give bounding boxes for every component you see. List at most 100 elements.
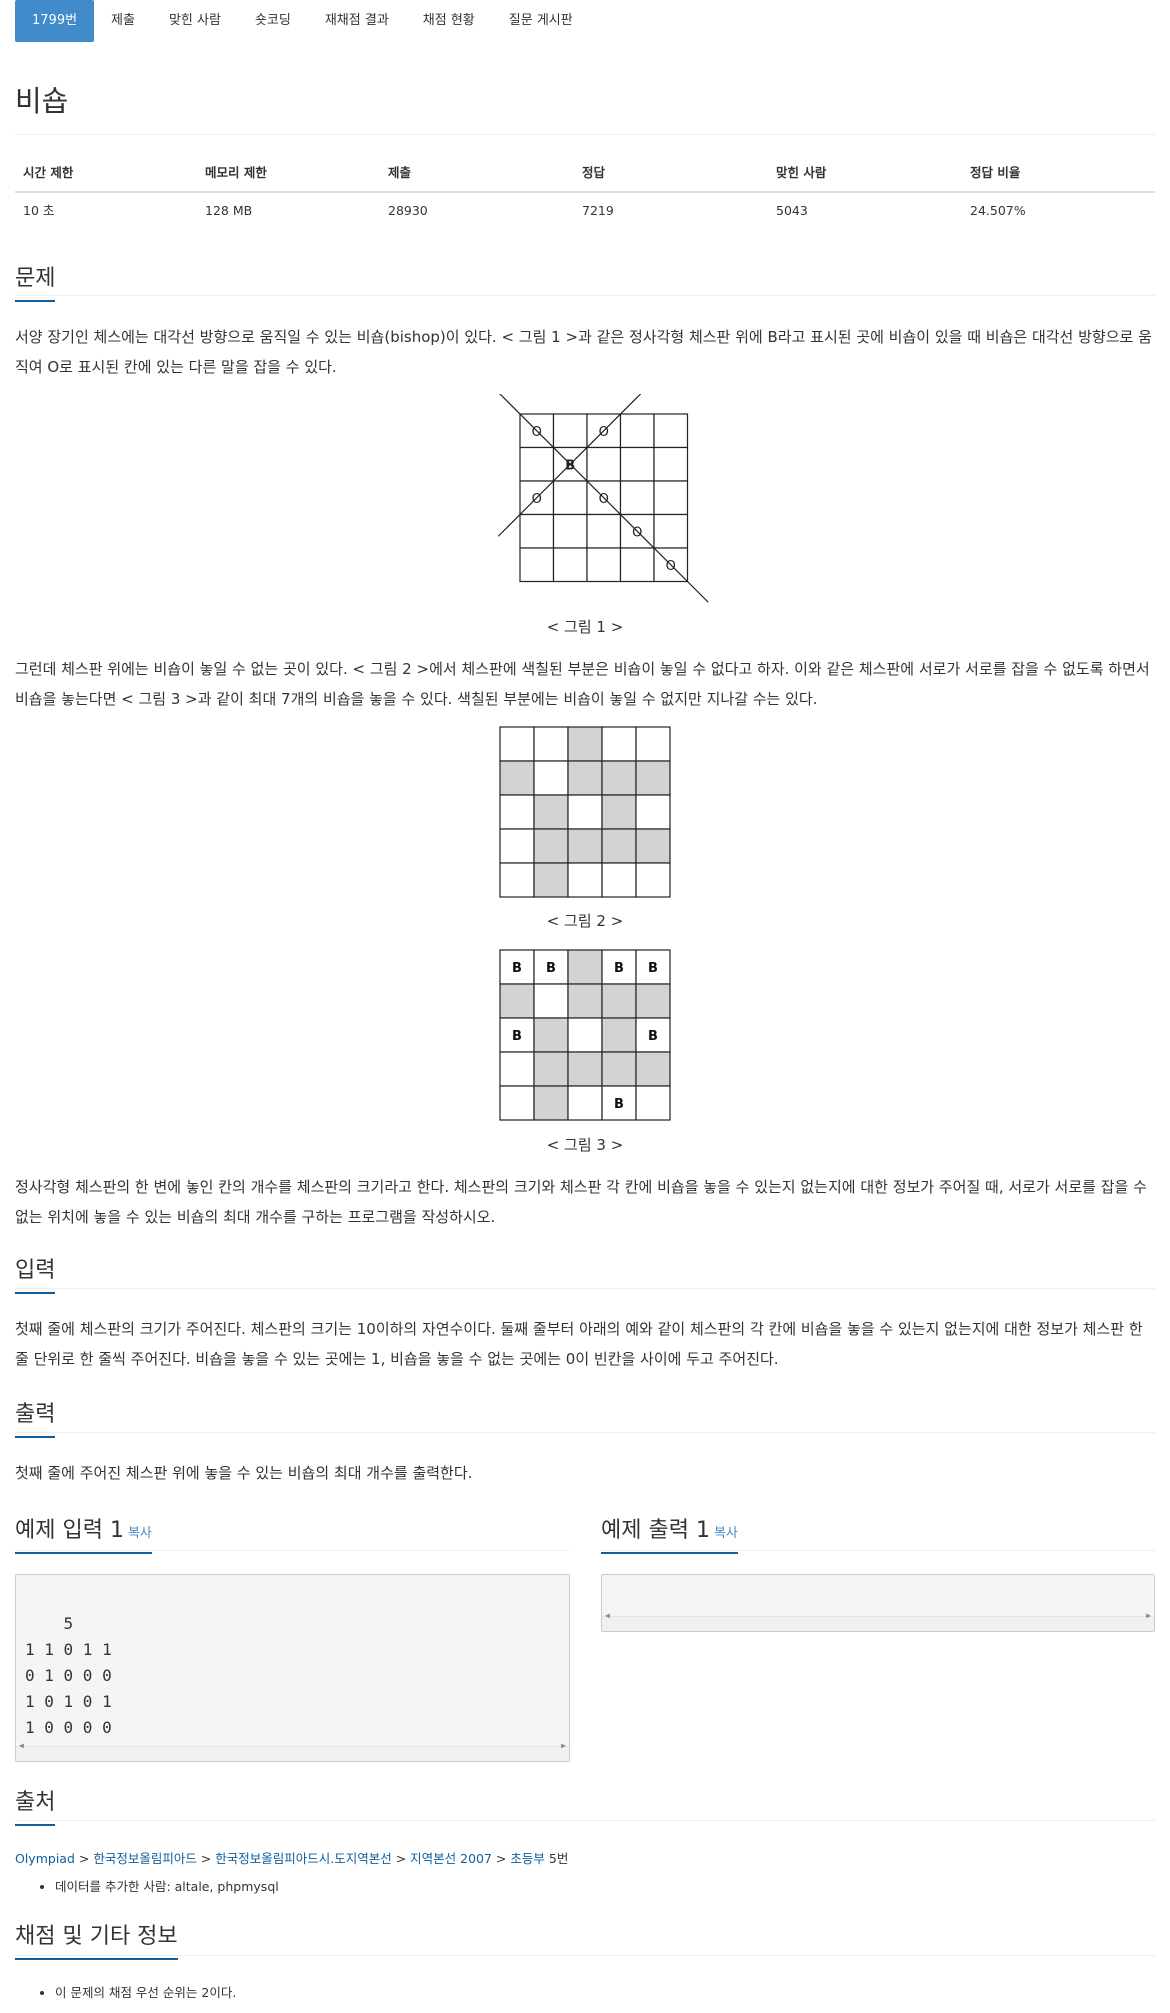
shaded-cell xyxy=(533,1051,569,1087)
value-accepted: 7219 xyxy=(582,203,614,218)
description-paragraph-2: 그런데 체스판 위에는 비숍이 놓일 수 없는 곳이 있다. < 그림 2 >에… xyxy=(15,660,1150,708)
list-item: 이 문제의 채점 우선 순위는 2이다. xyxy=(55,1982,236,2004)
shaded-cell xyxy=(533,1085,569,1121)
source-link-koi[interactable]: 한국정보올림피아드 xyxy=(93,1851,197,1866)
board-cell xyxy=(519,513,555,549)
capture-mark: O xyxy=(632,525,642,540)
tab-short-coding[interactable]: 숏코딩 xyxy=(238,0,308,42)
board-cell xyxy=(499,1085,535,1121)
horizontal-scrollbar[interactable]: ◀ ▶ xyxy=(602,1611,1154,1631)
horizontal-scrollbar[interactable]: ◀ ▶ xyxy=(16,1741,569,1761)
board-cell xyxy=(533,726,569,762)
shaded-cell xyxy=(499,760,535,796)
divider xyxy=(15,1820,1155,1821)
scroll-left-icon[interactable]: ◀ xyxy=(19,1733,24,1759)
page-title: 비숍 xyxy=(15,84,69,118)
board-cell xyxy=(635,794,671,830)
scroll-right-icon[interactable]: ▶ xyxy=(1146,1603,1151,1629)
board-cell xyxy=(619,480,655,516)
value-memory-limit: 128 MB xyxy=(205,203,253,218)
bishop-mark: B xyxy=(614,1097,624,1112)
figure-3-chessboard: B B B B B B B xyxy=(499,949,671,1121)
header-solvers: 맞힌 사람 xyxy=(776,165,827,180)
board-cell xyxy=(586,446,622,482)
shaded-cell xyxy=(635,760,671,796)
shaded-cell xyxy=(567,726,603,762)
tab-board[interactable]: 질문 게시판 xyxy=(492,0,590,42)
board-cell xyxy=(499,828,535,864)
board-cell xyxy=(499,794,535,830)
header-submissions: 제출 xyxy=(388,165,412,180)
board-cell xyxy=(619,446,655,482)
source-link-elementary[interactable]: 초등부 xyxy=(510,1851,545,1866)
source-link-2007[interactable]: 지역본선 2007 xyxy=(410,1851,492,1866)
board-cell xyxy=(586,547,622,583)
figure-2-caption: < 그림 2 > xyxy=(546,912,624,930)
divider xyxy=(601,1550,1155,1551)
board-cell xyxy=(567,1085,603,1121)
header-accepted: 정답 xyxy=(582,165,606,180)
sample-input-heading: 예제 입력 1 복사 xyxy=(15,1512,152,1554)
tab-status[interactable]: 채점 현황 xyxy=(406,0,492,42)
scroll-right-icon[interactable]: ▶ xyxy=(561,1733,566,1759)
description-paragraph-3: 정사각형 체스판의 한 변에 놓인 칸의 개수를 체스판의 크기라고 한다. 체… xyxy=(15,1178,1147,1226)
tab-rejudge-results[interactable]: 재채점 결과 xyxy=(308,0,406,42)
value-solvers: 5043 xyxy=(776,203,808,218)
shaded-cell xyxy=(567,828,603,864)
sample-input-box[interactable]: 5 1 1 0 1 1 0 1 0 0 0 1 0 1 0 1 1 0 0 0 … xyxy=(15,1574,570,1762)
problem-info-table: 시간 제한 메모리 제한 제출 정답 맞힌 사람 정답 비율 10 초 128 … xyxy=(15,155,1155,229)
tab-solved-users[interactable]: 맞힌 사람 xyxy=(152,0,238,42)
section-title: 예제 입력 1 복사 xyxy=(15,1512,152,1554)
shaded-cell xyxy=(601,1051,637,1087)
capture-mark: O xyxy=(599,425,609,440)
board-cell xyxy=(567,794,603,830)
header-time-limit: 시간 제한 xyxy=(23,165,74,180)
sample-output-box[interactable]: 7 ◀ ▶ xyxy=(601,1574,1155,1632)
shaded-cell xyxy=(601,828,637,864)
shaded-cell xyxy=(635,1051,671,1087)
divider xyxy=(15,295,1155,296)
tab-problem[interactable]: 1799번 xyxy=(15,0,95,42)
board-cell xyxy=(619,413,655,449)
problem-menu-tabs: 1799번 제출 맞힌 사람 숏코딩 재채점 결과 채점 현황 질문 게시판 xyxy=(15,0,590,42)
shaded-cell xyxy=(601,794,637,830)
scroll-left-icon[interactable]: ◀ xyxy=(605,1603,610,1629)
board-cell xyxy=(653,480,689,516)
capture-mark: O xyxy=(532,492,542,507)
source-notes: 데이터를 추가한 사람: altale, phpmysql xyxy=(40,1876,279,1898)
board-cell xyxy=(519,547,555,583)
divider xyxy=(15,1955,1155,1956)
board-cell xyxy=(567,1017,603,1053)
divider xyxy=(15,1432,1155,1433)
board-cell xyxy=(586,513,622,549)
copy-output-button[interactable]: 복사 xyxy=(714,1526,738,1541)
table-row: 10 초 128 MB 28930 7219 5043 24.507% xyxy=(15,193,1155,229)
output-description: 첫째 줄에 주어진 체스판 위에 놓을 수 있는 비숍의 최대 개수를 출력한다… xyxy=(15,1464,473,1482)
source-link-regional[interactable]: 한국정보올림피아드시.도지역본선 xyxy=(215,1851,391,1866)
shaded-cell xyxy=(533,794,569,830)
bishop-mark: B xyxy=(614,961,624,976)
board-cell xyxy=(552,480,588,516)
bishop-mark: B xyxy=(648,1029,658,1044)
value-time-limit: 10 초 xyxy=(23,203,55,218)
source-link-olympiad[interactable]: Olympiad xyxy=(15,1851,75,1866)
shaded-cell xyxy=(601,983,637,1019)
divider xyxy=(15,1550,570,1551)
board-cell xyxy=(567,862,603,898)
board-cell xyxy=(653,413,689,449)
board-cell xyxy=(499,726,535,762)
shaded-cell xyxy=(533,828,569,864)
shaded-cell xyxy=(635,983,671,1019)
board-cell xyxy=(635,862,671,898)
judge-notes: 이 문제의 채점 우선 순위는 2이다. xyxy=(40,1982,236,2004)
board-cell xyxy=(552,547,588,583)
board-cell xyxy=(533,983,569,1019)
divider xyxy=(15,134,1155,135)
tab-submit[interactable]: 제출 xyxy=(94,0,152,42)
shaded-cell xyxy=(567,1051,603,1087)
board-cell xyxy=(619,547,655,583)
shaded-cell xyxy=(567,760,603,796)
shaded-cell xyxy=(533,1017,569,1053)
value-submissions: 28930 xyxy=(388,203,428,218)
copy-input-button[interactable]: 복사 xyxy=(128,1526,152,1541)
